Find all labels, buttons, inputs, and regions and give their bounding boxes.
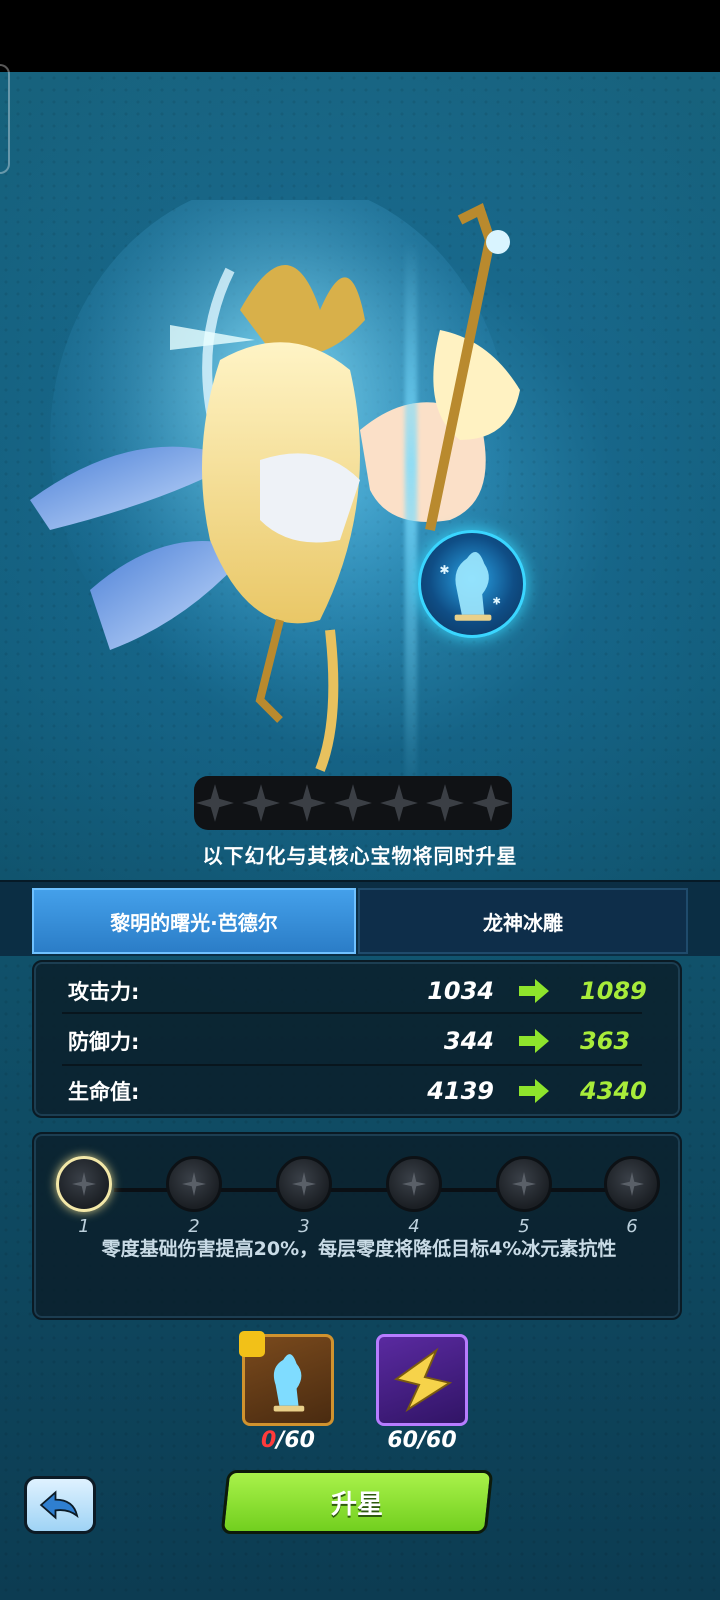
light-beam xyxy=(405,240,417,800)
level-node[interactable] xyxy=(166,1156,222,1212)
arrow-right-icon xyxy=(519,1029,549,1053)
arrow-right-icon xyxy=(519,1079,549,1103)
stat-label: 防御力: xyxy=(68,1030,140,1054)
back-button[interactable] xyxy=(24,1476,96,1534)
level-node[interactable] xyxy=(276,1156,332,1212)
level-node[interactable] xyxy=(56,1156,112,1212)
puzzle-piece-icon xyxy=(239,1331,265,1357)
hero-illustration xyxy=(30,200,520,772)
empty-star-icon xyxy=(334,784,372,822)
arrow-right-icon xyxy=(519,979,549,1003)
upgrade-star-button[interactable]: 升星 xyxy=(220,1470,494,1534)
material-dragon-ice-statue[interactable] xyxy=(239,1331,334,1426)
level-description: 零度基础伤害提高20%，每层零度将降低目标4%冰元素抗性 xyxy=(101,1238,617,1260)
level-node[interactable] xyxy=(604,1156,660,1212)
stat-current: 1034 xyxy=(427,977,494,1005)
empty-star-icon xyxy=(196,784,234,822)
material-count-star: 60/60 xyxy=(387,1428,457,1453)
star-node-icon xyxy=(512,1172,536,1196)
svg-text:✱: ✱ xyxy=(492,596,501,607)
star-levels-panel: 123456 零度基础伤害提高20%，每层零度将降低目标4%冰元素抗性 xyxy=(32,1132,682,1320)
star-rating-bar xyxy=(194,776,512,830)
stat-label: 生命值: xyxy=(68,1080,140,1104)
stat-next: 1089 xyxy=(580,977,647,1005)
divider xyxy=(62,1012,642,1014)
empty-star-icon xyxy=(242,784,280,822)
empty-star-icon xyxy=(288,784,326,822)
material-count-treasure: 0/60 xyxy=(261,1428,315,1453)
core-treasure-icon[interactable]: ✱ ✱ xyxy=(418,530,526,638)
empty-star-icon xyxy=(380,784,418,822)
star-node-icon xyxy=(620,1172,644,1196)
tab-badur[interactable]: 黎明的曙光·芭德尔 xyxy=(32,888,356,954)
star-node-icon xyxy=(72,1172,96,1196)
status-bar xyxy=(0,0,720,72)
empty-star-icon xyxy=(472,784,510,822)
stat-row-defense: 防御力: 344 363 xyxy=(62,1018,642,1064)
stat-next: 363 xyxy=(580,1027,631,1055)
stat-row-attack: 攻击力: 1034 1089 xyxy=(62,968,647,1014)
stat-current: 344 xyxy=(443,1027,494,1055)
back-arrow-icon xyxy=(39,1490,79,1520)
stats-panel: 攻击力: 1034 1089 防御力: 344 363 生命值: 4139 43… xyxy=(32,960,682,1118)
tab-bar: 黎明的曙光·芭德尔 龙神冰雕 xyxy=(0,880,720,956)
empty-star-icon xyxy=(426,784,464,822)
level-node[interactable] xyxy=(386,1156,442,1212)
stat-current: 4139 xyxy=(427,1077,494,1105)
level-node[interactable] xyxy=(496,1156,552,1212)
tab-dragon-ice-statue[interactable]: 龙神冰雕 xyxy=(358,888,688,954)
stat-label: 攻击力: xyxy=(68,980,140,1004)
star-node-icon xyxy=(182,1172,206,1196)
svg-text:✱: ✱ xyxy=(439,563,449,577)
star-fragment-icon xyxy=(393,1347,453,1413)
star-node-icon xyxy=(402,1172,426,1196)
upgrade-note: 以下幻化与其核心宝物将同时升星 xyxy=(202,844,518,868)
stat-row-hp: 生命值: 4139 4340 xyxy=(62,1068,647,1114)
star-node-icon xyxy=(292,1172,316,1196)
stat-next: 4340 xyxy=(580,1077,647,1105)
material-star-fragment[interactable] xyxy=(376,1334,468,1426)
side-tab-edge[interactable] xyxy=(0,64,10,174)
divider xyxy=(62,1064,642,1066)
